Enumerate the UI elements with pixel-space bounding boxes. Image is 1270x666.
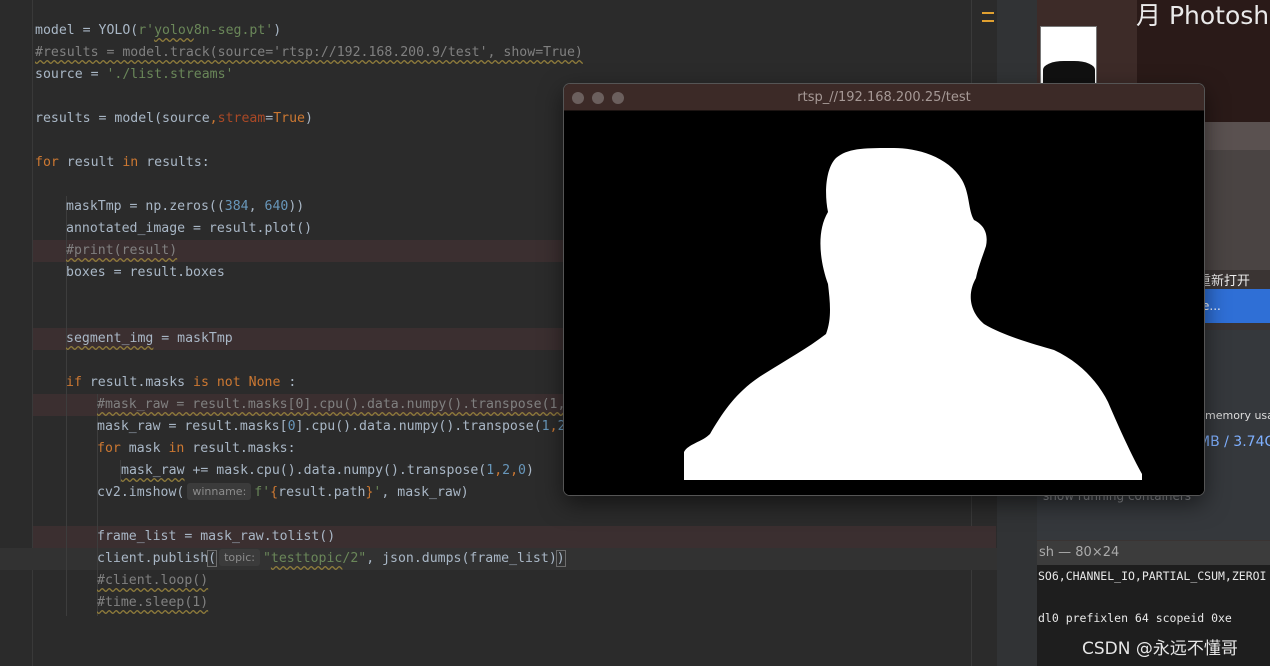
code-line[interactable]: for result in results: [35, 152, 210, 174]
code-line[interactable]: model = YOLO(r'yolov8n-seg.pt') [35, 20, 281, 42]
code-line[interactable]: #time.sleep(1) [97, 592, 208, 614]
code-line[interactable]: #print(result) [66, 240, 177, 262]
code-line[interactable]: client.publish(topic: "testtopic/2", json… [97, 548, 566, 570]
param-hint-topic: topic: [219, 549, 260, 566]
code-line[interactable]: #client.loop() [97, 570, 208, 592]
imshow-window[interactable]: rtsp_//192.168.200.25/test [564, 84, 1204, 495]
reopen-label[interactable]: 重新打开 [1198, 270, 1250, 289]
window-title: rtsp_//192.168.200.25/test [797, 90, 971, 105]
code-line[interactable]: maskTmp = np.zeros((384, 640)) [66, 196, 304, 218]
code-line[interactable]: frame_list = mask_raw.tolist() [97, 526, 335, 548]
csdn-watermark: CSDN @永远不懂哥 [1082, 639, 1238, 659]
terminal-line: dl0 prefixlen 64 scopeid 0xe [1038, 611, 1232, 625]
code-line[interactable]: if result.masks is not None : [66, 372, 296, 394]
code-line[interactable]: boxes = result.boxes [66, 262, 225, 284]
window-titlebar[interactable]: rtsp_//192.168.200.25/test [564, 84, 1204, 111]
code-line[interactable]: segment_img = maskTmp [66, 328, 233, 350]
inspection-marker-icon[interactable] [982, 12, 996, 26]
code-line[interactable]: mask_raw += mask.cpu().data.numpy().tran… [121, 460, 534, 482]
code-line[interactable]: #mask_raw = result.masks[0].cpu().data.n… [97, 394, 573, 416]
memory-usage-value: MB / 3.74G [1198, 434, 1270, 450]
segmentation-mask-image [564, 112, 1204, 495]
terminal-line: SO6,CHANNEL_IO,PARTIAL_CSUM,ZEROI [1038, 569, 1267, 583]
person-mask-silhouette [564, 112, 1204, 495]
code-line[interactable]: cv2.imshow(winname: f'{result.path}', mas… [97, 482, 469, 504]
code-line[interactable]: results = model(source,stream=True) [35, 108, 313, 130]
terminal-title: sh — 80×24 [1037, 541, 1270, 565]
code-line[interactable]: for mask in result.masks: [97, 438, 296, 460]
param-hint-winname: winname: [187, 483, 252, 500]
photoshop-title: 月 Photoshop [1136, 1, 1270, 30]
code-line[interactable]: annotated_image = result.plot() [66, 218, 312, 240]
code-line[interactable]: mask_raw = result.masks[0].cpu().data.nu… [97, 416, 573, 438]
code-line[interactable]: source = './list.streams' [35, 64, 234, 86]
memory-usage-label: memory usag [1205, 409, 1270, 422]
code-line[interactable]: #results = model.track(source='rtsp://19… [35, 42, 583, 64]
layer-thumbnail[interactable] [1040, 26, 1097, 84]
